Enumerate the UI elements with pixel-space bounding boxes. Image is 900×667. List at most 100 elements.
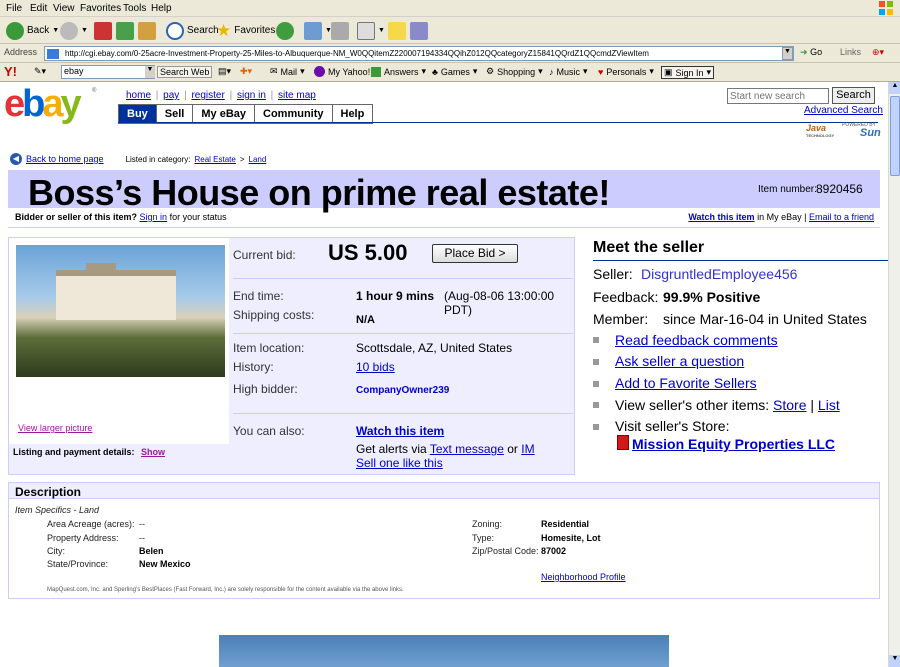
answers-button[interactable]: Answers ▾ (371, 66, 426, 77)
sell-one-like-this-link[interactable]: Sell one like this (356, 456, 443, 470)
shopping-button[interactable]: ⚙ Shopping ▾ (486, 66, 543, 77)
toolbar-extra-icon[interactable]: ⊕▾ (872, 47, 884, 58)
back-arrow-icon[interactable]: ◀ (10, 153, 22, 165)
stop-button[interactable] (94, 21, 112, 40)
home-link[interactable]: home (126, 90, 151, 101)
bookmark-icon[interactable]: ✚▾ (240, 66, 252, 77)
edit-button[interactable]: ▼ (357, 21, 385, 40)
pencil-icon[interactable]: ✎▾ (34, 66, 46, 77)
email-friend-link[interactable]: Email to a friend (809, 212, 874, 222)
print-button[interactable] (331, 21, 349, 40)
feedback-value: 99.9% Positive (663, 289, 761, 305)
ask-seller-link[interactable]: Ask seller a question (615, 353, 744, 369)
sign-in-button[interactable]: ▣ Sign In ▾ (661, 66, 715, 79)
music-button[interactable]: ♪ Music ▾ (549, 66, 588, 77)
yahoo-logo-icon[interactable]: Y! (4, 64, 17, 79)
advanced-search-link[interactable]: Advanced Search (804, 105, 883, 116)
high-bidder-link[interactable]: CompanyOwner239 (356, 385, 449, 396)
menu-favorites[interactable]: Favorites (80, 3, 121, 14)
games-button[interactable]: ♣ Games ▾ (432, 66, 477, 77)
im-link[interactable]: IM (521, 442, 534, 456)
item-location: Scottsdale, AZ, United States (356, 341, 513, 355)
refresh-button[interactable] (116, 21, 134, 40)
menu-file[interactable]: File (6, 3, 22, 14)
home-button[interactable] (138, 21, 156, 40)
ie-page-icon (47, 49, 59, 59)
store-door-icon (617, 435, 629, 450)
messenger-button[interactable] (410, 21, 428, 40)
go-button[interactable]: ➜ Go (800, 47, 822, 58)
item-photo[interactable] (16, 245, 225, 377)
tab-buy[interactable]: Buy (119, 105, 157, 123)
page-title: Boss’s House on prime real estate! (28, 172, 610, 213)
personals-button[interactable]: ♥ Personals ▾ (598, 66, 654, 77)
scroll-up-icon[interactable]: ▲ (889, 82, 900, 94)
seller-list-link[interactable]: List (818, 397, 840, 413)
pay-link[interactable]: pay (163, 90, 179, 101)
heart-icon: ♥ (598, 66, 604, 77)
links-toolbar[interactable]: Links (840, 47, 861, 57)
search-button[interactable]: Search (166, 21, 219, 40)
ebay-logo[interactable]: ebay (4, 84, 82, 124)
read-feedback-link[interactable]: Read feedback comments (615, 332, 778, 348)
sign-in-link[interactable]: sign in (237, 90, 266, 101)
back-button[interactable]: Back ▼ (6, 21, 59, 40)
scroll-down-icon[interactable]: ▼ (889, 655, 900, 667)
tab-community[interactable]: Community (255, 105, 333, 123)
store-name-link[interactable]: Mission Equity Properties LLC (632, 436, 835, 452)
ebay-search-input[interactable] (727, 88, 829, 104)
address-dropdown[interactable]: ▼ (782, 47, 793, 60)
address-input[interactable]: http://cgi.ebay.com/0-25acre-Investment-… (44, 46, 794, 61)
menu-tools[interactable]: Tools (123, 3, 146, 14)
chevron-down-icon: ▼ (52, 27, 60, 34)
yahoo-search-input[interactable]: ebay (61, 65, 155, 79)
tab-my-ebay[interactable]: My eBay (193, 105, 255, 123)
my-yahoo-button[interactable]: My Yahoo! (314, 66, 370, 77)
neighborhood-profile-link[interactable]: Neighborhood Profile (541, 572, 626, 582)
watch-item-link[interactable]: Watch this item (356, 424, 444, 438)
place-bid-button[interactable]: Place Bid > (432, 244, 518, 263)
description-image (219, 635, 669, 667)
search-web-button[interactable]: Search Web (157, 66, 213, 78)
site-map-link[interactable]: site map (278, 90, 316, 101)
my-yahoo-icon (314, 66, 325, 77)
text-message-link[interactable]: Text message (430, 442, 504, 456)
category-land-link[interactable]: Land (249, 155, 267, 164)
back-to-home-link[interactable]: Back to home page (26, 154, 104, 164)
description-heading: Description (9, 483, 879, 499)
watch-item-link-top[interactable]: Watch this item (688, 212, 754, 222)
menu-view[interactable]: View (53, 3, 75, 14)
highlight-icon[interactable]: ▤▾ (218, 66, 231, 77)
menu-bar: File Edit View Favorites Tools Help (0, 0, 900, 17)
mail-button[interactable]: ▼ (304, 21, 332, 40)
forward-button[interactable]: ▼ (60, 21, 88, 40)
house-roof (86, 263, 116, 273)
add-favorite-sellers-link[interactable]: Add to Favorite Sellers (615, 375, 757, 391)
menu-edit[interactable]: Edit (30, 3, 47, 14)
bidder-sign-in-link[interactable]: Sign in (140, 212, 168, 222)
stop-icon (94, 21, 112, 40)
history-button[interactable] (276, 21, 294, 40)
yahoo-mail-button[interactable]: ✉ Mail ▾ (270, 66, 305, 77)
seller-name-link[interactable]: DisgruntledEmployee456 (641, 266, 797, 282)
view-larger-picture-link[interactable]: View larger picture (18, 423, 92, 433)
yahoo-toolbar: Y! ✎▾ ebay ▼ Search Web ▤▾ ✚▾ ✉ Mail ▾ My … (0, 63, 900, 82)
envelope-icon: ✉ (270, 66, 278, 76)
divider (233, 413, 573, 414)
menu-help[interactable]: Help (151, 3, 172, 14)
show-link[interactable]: Show (141, 447, 165, 457)
vertical-scrollbar[interactable]: ▼ ▲ (888, 82, 900, 667)
tab-sell[interactable]: Sell (156, 105, 194, 123)
category-real-estate-link[interactable]: Real Estate (195, 155, 236, 164)
scrollbar-thumb[interactable] (890, 96, 900, 176)
discuss-button[interactable] (388, 21, 406, 40)
seller-store-link[interactable]: Store (773, 397, 806, 413)
chevron-down-icon[interactable]: ▼ (145, 66, 155, 78)
bid-history-link[interactable]: 10 bids (356, 360, 395, 374)
ebay-search-button[interactable]: Search (832, 87, 875, 104)
favorites-button[interactable]: ★ Favorites (216, 21, 275, 40)
search-icon (166, 21, 184, 40)
tab-help[interactable]: Help (332, 105, 373, 123)
bullet-icon (593, 359, 599, 365)
register-link[interactable]: register (191, 90, 224, 101)
